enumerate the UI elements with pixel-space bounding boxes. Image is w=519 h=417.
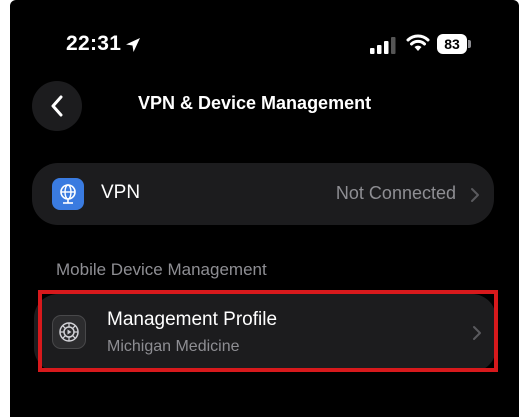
phone-screen: 22:31 83 VPN & Device Management VPN Not… xyxy=(10,0,519,417)
bottom-area xyxy=(10,389,519,417)
mdm-section-header: Mobile Device Management xyxy=(56,260,267,279)
page-title: VPN & Device Management xyxy=(138,93,372,113)
vpn-label: VPN xyxy=(101,182,141,203)
battery-level: 83 xyxy=(437,34,467,54)
wifi-icon xyxy=(406,34,430,51)
status-time: 22:31 xyxy=(66,32,122,55)
back-button[interactable] xyxy=(32,81,82,131)
battery-cap xyxy=(468,40,471,48)
vpn-status: Not Connected xyxy=(335,183,456,203)
highlight-box xyxy=(38,290,498,372)
vpn-row[interactable]: VPN Not Connected xyxy=(32,163,494,225)
battery-indicator: 83 xyxy=(437,34,471,54)
chevron-right-icon xyxy=(471,188,479,202)
chevron-left-icon xyxy=(51,95,63,117)
globe-icon xyxy=(60,184,76,204)
vpn-icon-tile xyxy=(52,178,84,210)
cellular-signal-icon xyxy=(370,37,396,54)
location-arrow-icon xyxy=(126,38,140,52)
